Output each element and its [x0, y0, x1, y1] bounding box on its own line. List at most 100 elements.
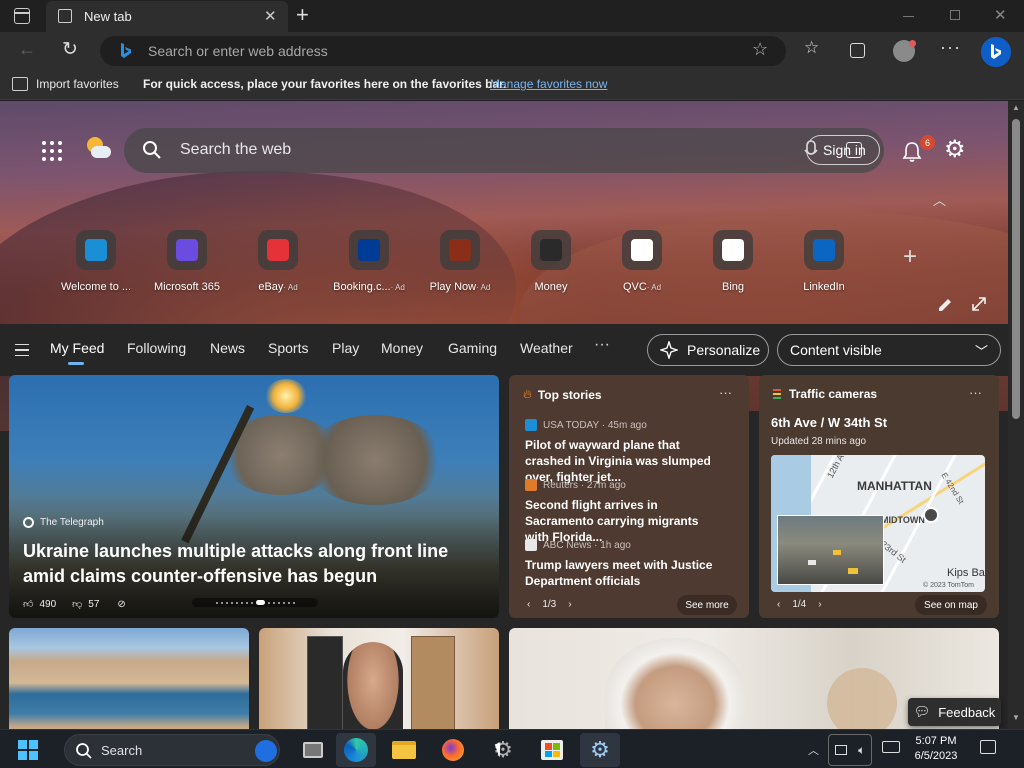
notifications-bell-icon[interactable]	[902, 141, 922, 163]
web-search-box[interactable]: Search the web Sign in	[124, 128, 884, 173]
close-window-button[interactable]: ✕	[994, 6, 1007, 24]
visual-search-icon[interactable]	[846, 142, 862, 158]
product-box	[307, 636, 343, 729]
quick-link[interactable]: Microsoft 365	[147, 230, 227, 293]
traffic-camera-icon	[773, 389, 781, 399]
quick-link[interactable]: eBay· Ad	[238, 230, 318, 293]
notifications-center-icon[interactable]	[980, 740, 996, 754]
lake-image-card[interactable]	[9, 628, 249, 729]
feed-tab-gaming[interactable]: Gaming	[448, 340, 497, 356]
show-hidden-icons-chevron[interactable]: ︿	[808, 742, 819, 758]
minimize-button[interactable]	[903, 16, 914, 17]
scrollbar-thumb[interactable]	[1012, 119, 1020, 419]
new-tab-button[interactable]: +	[296, 2, 309, 28]
feed-tab-sports[interactable]: Sports	[268, 340, 308, 356]
thumbs-down-icon[interactable]: 👎︎	[72, 598, 82, 610]
settings-more-icon[interactable]: ···	[940, 37, 961, 58]
carousel-dots[interactable]	[192, 598, 318, 607]
settings-active-button[interactable]: ⚙	[580, 733, 620, 767]
add-quick-link-button[interactable]: +	[903, 243, 917, 271]
bing-copilot-button[interactable]	[981, 37, 1011, 67]
tab-title: New tab	[84, 9, 132, 24]
traffic-map[interactable]: 12th Ave MANHATTAN E 42nd St MIDTOWN 23r…	[771, 455, 985, 592]
microsoft-store-button[interactable]	[532, 733, 572, 767]
top-stories-pager[interactable]: ‹ 1/3 ›	[527, 599, 572, 610]
feedback-button[interactable]: 💬︎ Feedback	[908, 698, 1001, 726]
favorites-icon[interactable]: ☆	[804, 38, 819, 58]
feed-tab-play[interactable]: Play	[332, 340, 359, 356]
task-view-button[interactable]	[293, 733, 333, 767]
quick-link[interactable]: Money	[511, 230, 591, 293]
quick-link[interactable]: Bing	[693, 230, 773, 293]
feed-tab-news[interactable]: News	[210, 340, 245, 356]
feed-tab-my-feed[interactable]: My Feed	[50, 340, 104, 356]
previous-icon[interactable]: ‹	[777, 599, 780, 610]
feed-more-icon[interactable]: ···	[594, 336, 610, 354]
page-scrollbar[interactable]: ▲ ▼	[1008, 101, 1024, 729]
keyboard-icon[interactable]	[882, 741, 900, 753]
app-launcher-icon[interactable]	[42, 141, 62, 161]
collapse-chevron-up-icon[interactable]: ︿	[933, 190, 946, 209]
top-stories-more-icon[interactable]: ···	[719, 385, 732, 400]
scroll-down-icon[interactable]: ▼	[1012, 713, 1020, 722]
map-copyright: © 2023 TomTom	[923, 582, 974, 589]
clock[interactable]: 5:07 PM 6/5/2023	[906, 734, 966, 764]
next-icon[interactable]: ›	[568, 599, 571, 610]
quick-link[interactable]: QVC· Ad	[602, 230, 682, 293]
sign-in-button[interactable]: Sign in	[806, 135, 880, 165]
story-item[interactable]: USA TODAY · 45m ago Pilot of wayward plan…	[525, 419, 725, 485]
chevron-down-icon: ﹀	[974, 344, 988, 359]
next-icon[interactable]: ›	[818, 599, 821, 610]
story-item[interactable]: Reuters · 27m ago Second flight arrives i…	[525, 479, 725, 545]
content-visible-dropdown[interactable]: Content visible ﹀	[777, 334, 1001, 366]
edge-taskbar-button[interactable]	[336, 733, 376, 767]
hide-story-icon[interactable]: ⊘	[117, 599, 125, 610]
taskbar-search-box[interactable]: Search	[64, 734, 280, 766]
see-on-map-button[interactable]: See on map	[915, 595, 987, 615]
import-favorites-button[interactable]: Import favorites	[12, 77, 119, 91]
story-item[interactable]: ABC News · 1h ago Trump lawyers meet with…	[525, 539, 725, 589]
see-more-button[interactable]: See more	[677, 595, 737, 615]
restore-button[interactable]	[950, 10, 960, 20]
tab-actions-icon[interactable]	[14, 8, 30, 24]
back-button[interactable]: ←	[18, 39, 36, 60]
quick-link[interactable]: Welcome to ...	[56, 230, 136, 293]
collections-icon[interactable]	[850, 43, 865, 58]
traffic-pager[interactable]: ‹ 1/4 ›	[777, 599, 822, 610]
feed-tab-following[interactable]: Following	[127, 340, 186, 356]
feed-menu-icon[interactable]	[15, 344, 29, 356]
personalize-button[interactable]: Personalize	[647, 334, 769, 366]
firefox-button[interactable]	[433, 733, 473, 767]
system-tray[interactable]: 🔈︎	[828, 734, 872, 766]
hero-news-card[interactable]: The Telegraph Ukraine launches multiple …	[9, 375, 499, 618]
scroll-up-icon[interactable]: ▲	[1012, 103, 1020, 112]
page-settings-gear-icon[interactable]: ⚙	[944, 135, 966, 164]
file-explorer-button[interactable]	[384, 733, 424, 767]
favorite-star-icon[interactable]: ☆	[752, 39, 768, 60]
address-bar[interactable]: Search or enter web address ☆	[100, 36, 786, 66]
start-button[interactable]	[8, 733, 48, 767]
customize-background-icon[interactable]	[937, 297, 953, 313]
product-image-card[interactable]	[259, 628, 499, 729]
hero-source[interactable]: The Telegraph	[23, 517, 104, 528]
traffic-more-icon[interactable]: ···	[969, 385, 982, 400]
quick-link[interactable]: Booking.c...· Ad	[329, 230, 409, 293]
quick-link[interactable]: Play Now· Ad	[420, 230, 500, 293]
feed-tab-weather[interactable]: Weather	[520, 340, 573, 356]
refresh-button[interactable]: ↻	[62, 38, 78, 61]
taskbar-bing-icon[interactable]	[255, 740, 277, 762]
expand-icon[interactable]	[972, 297, 986, 311]
tab-close-icon[interactable]: ✕	[264, 7, 277, 25]
previous-icon[interactable]: ‹	[527, 599, 530, 610]
thumbs-up-icon[interactable]: 👍︎	[23, 598, 33, 610]
quick-link[interactable]: LinkedIn	[784, 230, 864, 293]
bing-copilot-icon	[991, 44, 1001, 59]
address-placeholder: Search or enter web address	[148, 43, 328, 59]
hero-headline[interactable]: Ukraine launches multiple attacks along …	[23, 539, 483, 589]
traffic-camera-thumbnail[interactable]	[777, 515, 884, 585]
manage-favorites-link[interactable]: Manage favorites now	[490, 77, 607, 91]
tab-new-tab[interactable]: New tab ✕	[46, 1, 288, 32]
weather-icon[interactable]	[85, 137, 111, 161]
feed-tab-money[interactable]: Money	[381, 340, 423, 356]
settings-app-button[interactable]: ⚙	[483, 733, 523, 767]
